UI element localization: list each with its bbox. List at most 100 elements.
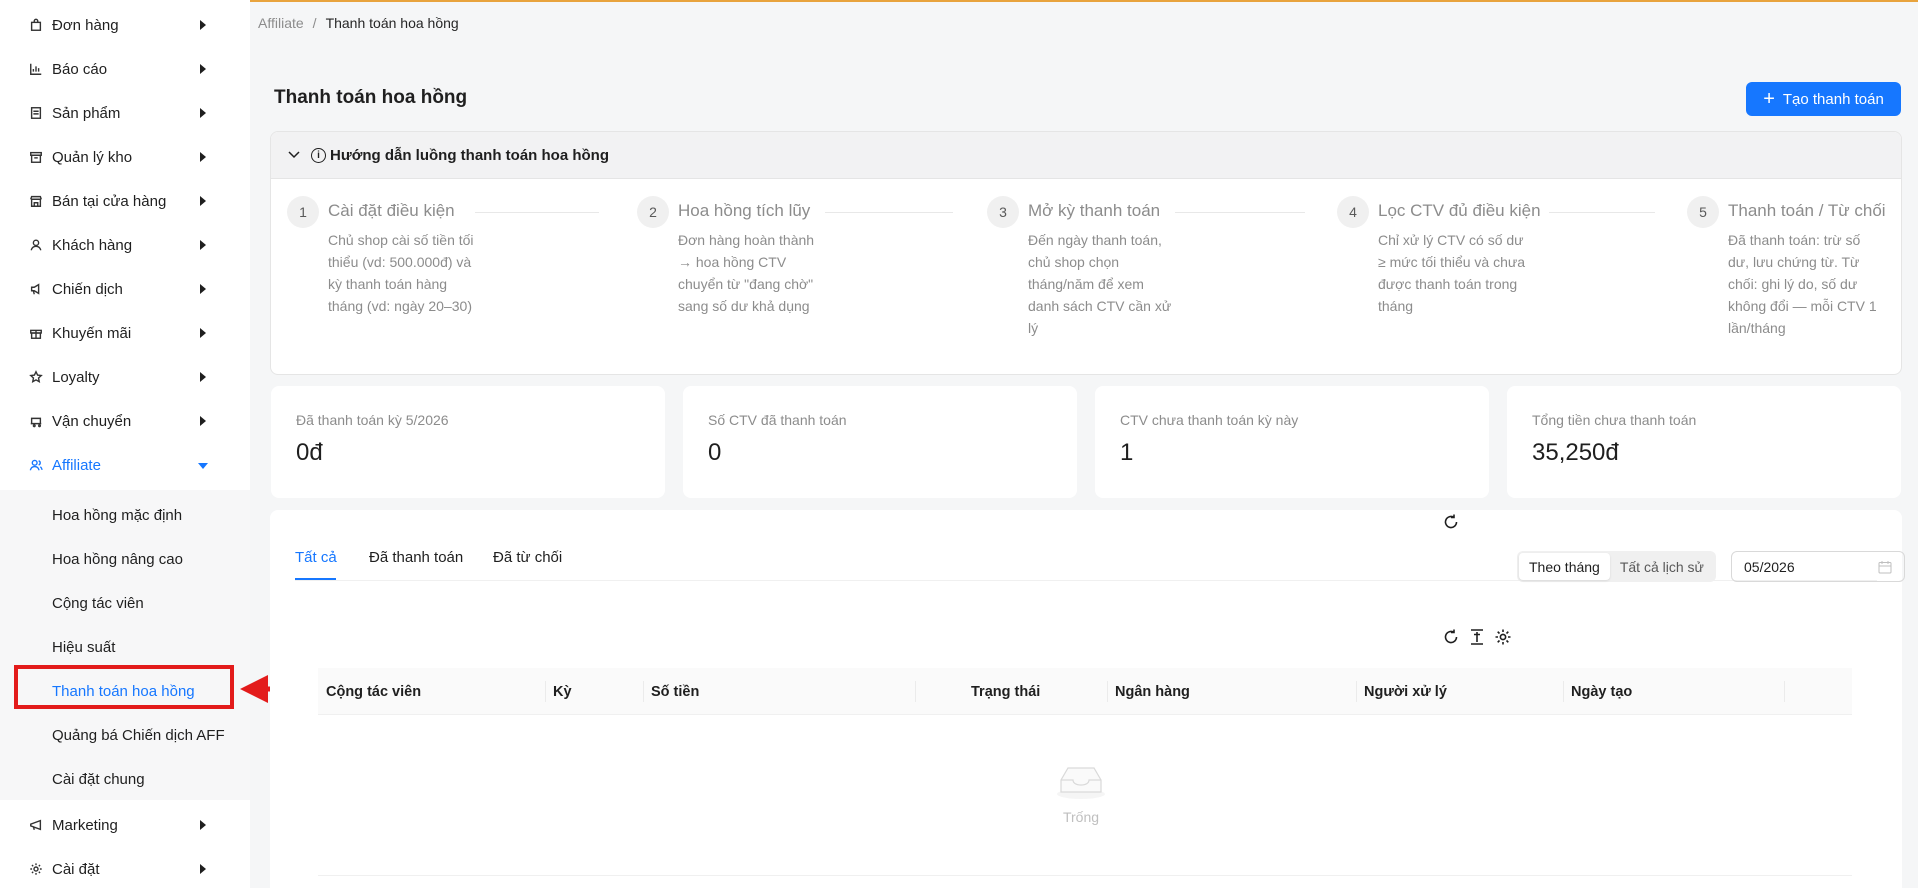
- tab-paid[interactable]: Đã thanh toán: [369, 549, 463, 566]
- submenu-aff-campaign-promo[interactable]: Quảng bá Chiến dịch AFF: [0, 713, 250, 757]
- affiliate-submenu: Hoa hồng mặc định Hoa hồng nâng cao Cộng…: [0, 490, 250, 800]
- column-header-amount[interactable]: Số tiền: [643, 668, 699, 715]
- step-connector: [825, 212, 953, 213]
- caret-right-icon: [200, 372, 206, 382]
- sidebar-item-customers[interactable]: Khách hàng: [0, 223, 250, 267]
- sidebar-item-campaigns[interactable]: Chiến dịch: [0, 267, 250, 311]
- empty-inbox-icon: [1057, 767, 1105, 799]
- column-header-collaborator[interactable]: Cộng tác viên: [318, 668, 421, 715]
- stat-card-unpaid-total: Tổng tiền chưa thanh toán 35,250đ: [1507, 386, 1901, 498]
- period-segmented-control: Theo tháng Tất cả lịch sử: [1517, 551, 1716, 582]
- page-title: Thanh toán hoa hồng: [274, 87, 468, 108]
- sidebar-item-products[interactable]: Sản phẩm: [0, 91, 250, 135]
- submenu-advanced-commission[interactable]: Hoa hồng nâng cao: [0, 537, 250, 581]
- product-icon: [28, 105, 44, 121]
- sidebar-item-affiliate[interactable]: Affiliate: [0, 443, 250, 487]
- stat-label: Tổng tiền chưa thanh toán: [1532, 412, 1697, 428]
- stat-value: 0: [708, 439, 722, 466]
- sidebar-item-label: Đơn hàng: [52, 16, 119, 34]
- step-description: Chủ shop cài số tiền tối thiểu (vd: 500.…: [328, 232, 474, 314]
- sidebar-item-orders[interactable]: Đơn hàng: [0, 3, 250, 47]
- month-picker-value: 05/2026: [1744, 558, 1795, 575]
- submenu-general-settings[interactable]: Cài đặt chung: [0, 757, 250, 801]
- column-divider: [915, 681, 916, 702]
- payment-flow-guide: i Hướng dẫn luồng thanh toán hoa hồng 1 …: [270, 131, 1902, 375]
- reload-icon[interactable]: [1442, 513, 1460, 531]
- guide-title: Hướng dẫn luồng thanh toán hoa hồng: [330, 146, 609, 164]
- submenu-performance[interactable]: Hiệu suất: [0, 625, 250, 669]
- column-header-period[interactable]: Kỳ: [545, 668, 572, 715]
- info-icon: i: [311, 147, 326, 163]
- create-payment-label: Tạo thanh toán: [1782, 90, 1884, 108]
- reload-icon[interactable]: [1442, 628, 1460, 646]
- breadcrumb-parent[interactable]: Affiliate: [258, 15, 304, 31]
- caret-right-icon: [200, 64, 206, 74]
- column-header-status[interactable]: Trạng thái: [971, 668, 1040, 715]
- column-header-created-date[interactable]: Ngày tạo: [1563, 668, 1632, 715]
- step-title: Lọc CTV đủ điều kiện: [1378, 201, 1541, 220]
- step-title: Thanh toán / Từ chối: [1728, 201, 1886, 220]
- sidebar-item-shipping[interactable]: Vận chuyển: [0, 399, 250, 443]
- annotation-highlight-box: [14, 665, 234, 709]
- segment-by-month[interactable]: Theo tháng: [1519, 553, 1610, 580]
- submenu-default-commission[interactable]: Hoa hồng mặc định: [0, 493, 250, 537]
- submenu-label: Hoa hồng mặc định: [52, 506, 183, 524]
- plus-icon: +: [1763, 88, 1775, 110]
- settings-icon[interactable]: [1494, 628, 1512, 646]
- truck-icon: [28, 413, 44, 429]
- step-connector: [1175, 212, 1305, 213]
- sidebar-item-label: Chiến dịch: [52, 280, 123, 298]
- step-connector: [475, 212, 599, 213]
- caret-right-icon: [200, 20, 206, 30]
- segment-all-history[interactable]: Tất cả lịch sử: [1610, 553, 1714, 580]
- step-number: 1: [287, 196, 319, 228]
- column-header-handler[interactable]: Người xử lý: [1356, 668, 1447, 715]
- sidebar-item-label: Bán tại cửa hàng: [52, 192, 167, 210]
- column-divider: [1784, 681, 1785, 702]
- tab-all[interactable]: Tất cả: [295, 549, 337, 566]
- empty-state: Trống: [1036, 760, 1126, 825]
- user-icon: [28, 237, 44, 253]
- empty-text: Trống: [1062, 809, 1100, 825]
- sidebar-item-promotions[interactable]: Khuyến mãi: [0, 311, 250, 355]
- status-tabs: Tất cả Đã thanh toán Đã từ chối Theo thá…: [295, 510, 1905, 582]
- star-icon: [28, 369, 44, 385]
- table-header: Cộng tác viên Kỳ Số tiền Trạng thái Ngân…: [318, 668, 1852, 715]
- column-header-bank[interactable]: Ngân hàng: [1107, 668, 1190, 715]
- sidebar-item-settings[interactable]: Cài đặt: [0, 847, 250, 888]
- sidebar-item-loyalty[interactable]: Loyalty: [0, 355, 250, 399]
- warehouse-icon: [28, 149, 44, 165]
- sidebar-item-label: Marketing: [52, 816, 118, 834]
- guide-header[interactable]: i Hướng dẫn luồng thanh toán hoa hồng: [271, 132, 1901, 179]
- step-number: 4: [1337, 196, 1369, 228]
- sidebar-item-pos[interactable]: Bán tại cửa hàng: [0, 179, 250, 223]
- sidebar-item-label: Khách hàng: [52, 236, 133, 254]
- bar-chart-icon: [28, 61, 44, 77]
- tab-rejected[interactable]: Đã từ chối: [493, 549, 562, 566]
- create-payment-button[interactable]: + Tạo thanh toán: [1746, 82, 1901, 116]
- column-height-icon[interactable]: [1468, 628, 1486, 646]
- store-icon: [28, 193, 44, 209]
- caret-right-icon: [200, 240, 206, 250]
- sidebar-item-label: Cài đặt: [52, 860, 100, 878]
- step-number: 3: [987, 196, 1019, 228]
- sidebar-item-reports[interactable]: Báo cáo: [0, 47, 250, 91]
- month-picker[interactable]: 05/2026: [1731, 551, 1905, 582]
- sidebar-item-marketing[interactable]: Marketing: [0, 803, 250, 847]
- step-title: Hoa hồng tích lũy: [678, 201, 811, 220]
- submenu-collaborators[interactable]: Cộng tác viên: [0, 581, 250, 625]
- submenu-label: Hiệu suất: [52, 638, 116, 656]
- stat-value: 0đ: [296, 439, 323, 466]
- sidebar-item-label: Báo cáo: [52, 60, 108, 78]
- step-description: Đến ngày thanh toán, chủ shop chọn tháng…: [1028, 232, 1172, 336]
- notification-icon: [28, 817, 44, 833]
- breadcrumb-separator: /: [312, 15, 317, 31]
- sidebar-item-warehouse[interactable]: Quản lý kho: [0, 135, 250, 179]
- breadcrumb-current: Thanh toán hoa hồng: [325, 15, 459, 31]
- step-number: 5: [1687, 196, 1719, 228]
- chevron-down-icon: [288, 151, 300, 159]
- table-bottom-border: [318, 875, 1852, 876]
- sidebar-item-label: Loyalty: [52, 368, 100, 386]
- sidebar-item-label: Quản lý kho: [52, 148, 133, 166]
- step-number: 2: [637, 196, 669, 228]
